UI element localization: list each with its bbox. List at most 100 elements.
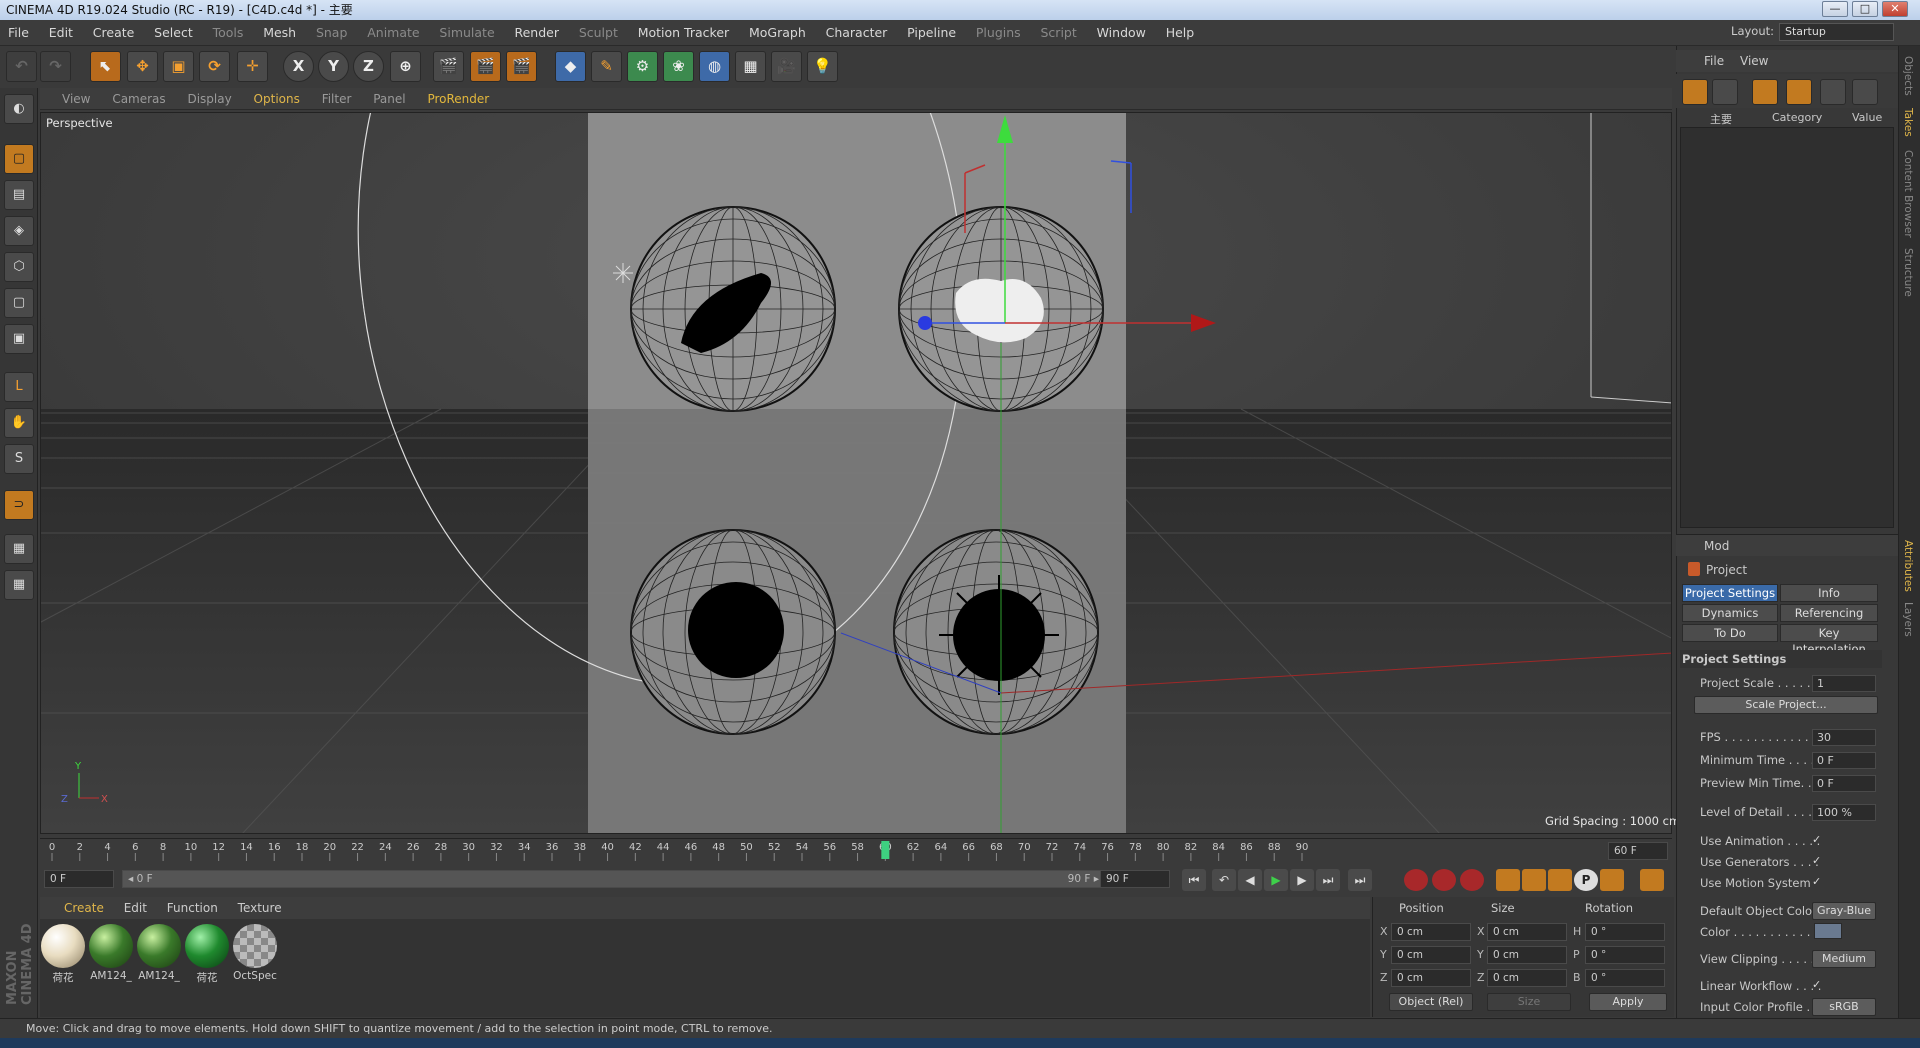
view-clipping-select[interactable]: Medium [1812, 950, 1876, 968]
viewport-menu-prorender[interactable]: ProRender [418, 88, 498, 110]
planar-workplane-icon[interactable]: ▦ [4, 570, 34, 600]
move-tool-icon[interactable]: ✥ [127, 51, 158, 82]
rot-h-field[interactable]: 0 ° [1585, 923, 1665, 941]
record-parameter-icon[interactable]: P [1574, 869, 1598, 891]
render-view-icon[interactable]: 🎬 [433, 51, 464, 82]
menu-window[interactable]: Window [1089, 20, 1154, 46]
make-editable-icon[interactable]: ◐ [4, 94, 34, 124]
undo-button[interactable]: ↶ [6, 51, 37, 82]
level-of-detail-field[interactable]: 100 % [1812, 804, 1876, 821]
maximize-button[interactable]: □ [1852, 1, 1878, 17]
model-mode-icon[interactable]: ▢ [4, 144, 34, 174]
take-settings-icon[interactable] [1852, 79, 1878, 105]
use-motion-system-checkbox[interactable]: ✓ [1812, 875, 1821, 888]
z-axis-lock-button[interactable]: Z [353, 51, 384, 82]
scale-project-button[interactable]: Scale Project... [1694, 696, 1878, 714]
rotate-tool-icon[interactable]: ⟳ [199, 51, 230, 82]
tab-to-do[interactable]: To Do [1682, 624, 1778, 642]
project-scale-field[interactable]: 1 [1812, 675, 1876, 692]
next-frame-icon[interactable]: ▶ [1290, 869, 1314, 891]
points-mode-icon[interactable]: ⬡ [4, 252, 34, 282]
sphere-top-left[interactable] [630, 206, 836, 412]
solo-mode-icon[interactable]: S [4, 444, 34, 474]
timeline-ruler[interactable]: 0 2 4 6 8 10 12 14 16 18 20 22 24 26 28 30 32 34 36 38 40 42 4… [40, 838, 1672, 862]
attributes-mode-menu[interactable]: Mod [1704, 539, 1729, 553]
object-menu-file[interactable]: File [1704, 54, 1724, 68]
size-mode-select[interactable]: Size [1487, 993, 1571, 1011]
perspective-viewport[interactable]: Y Z X [40, 112, 1672, 834]
camera-icon[interactable]: 🎥 [771, 51, 802, 82]
record-rotation-icon[interactable] [1548, 869, 1572, 891]
use-generators-checkbox[interactable]: ✓ [1812, 854, 1821, 867]
next-key-icon[interactable]: ⏭ [1316, 869, 1340, 891]
preview-range-slider[interactable]: ◂ 0 F 90 F ▸ [122, 870, 1104, 888]
menu-plugins[interactable]: Plugins [968, 20, 1029, 46]
viewport-menu-filter[interactable]: Filter [313, 88, 361, 110]
pos-y-field[interactable]: 0 cm [1391, 946, 1471, 964]
menu-render[interactable]: Render [506, 20, 567, 46]
go-to-start-icon[interactable]: ⏮ [1182, 869, 1206, 891]
spline-pen-icon[interactable]: ✎ [591, 51, 622, 82]
snap-icon[interactable]: ⊃ [4, 490, 34, 520]
apply-button[interactable]: Apply [1589, 993, 1667, 1011]
take-add-icon[interactable] [1682, 79, 1708, 105]
material-swatch[interactable]: OctSpec [232, 924, 278, 984]
sphere-bottom-right[interactable] [893, 529, 1099, 735]
tab-referencing[interactable]: Referencing [1780, 604, 1878, 622]
subdivision-surface-icon[interactable]: ⚙ [627, 51, 658, 82]
default-object-color-select[interactable]: Gray-Blue [1812, 902, 1876, 920]
viewport-menu-display[interactable]: Display [178, 88, 240, 110]
minimum-time-field[interactable]: 0 F [1812, 752, 1876, 769]
take-override-icon[interactable] [1752, 79, 1778, 105]
menu-sculpt[interactable]: Sculpt [571, 20, 626, 46]
viewport-camera-label[interactable]: Perspective [46, 116, 113, 130]
tab-info[interactable]: Info [1780, 584, 1878, 602]
side-tab-objects[interactable]: Objects [1902, 56, 1914, 96]
material-swatch[interactable]: 荷花 [184, 924, 230, 984]
play-icon[interactable]: ▶ [1264, 869, 1288, 891]
workplane-icon[interactable]: ◈ [4, 216, 34, 246]
menu-tools[interactable]: Tools [205, 20, 252, 46]
side-tab-structure[interactable]: Structure [1902, 248, 1914, 297]
polygons-mode-icon[interactable]: ▣ [4, 324, 34, 354]
menu-mesh[interactable]: Mesh [255, 20, 304, 46]
edges-mode-icon[interactable]: ▢ [4, 288, 34, 318]
render-picture-viewer-icon[interactable]: 🎬 [470, 51, 501, 82]
menu-file[interactable]: File [0, 20, 37, 46]
record-scale-icon[interactable] [1522, 869, 1546, 891]
deformer-icon[interactable]: ◍ [699, 51, 730, 82]
texture-mode-icon[interactable]: ▤ [4, 180, 34, 210]
take-auto-icon[interactable] [1786, 79, 1812, 105]
take-clone-icon[interactable] [1712, 79, 1738, 105]
color-swatch[interactable] [1814, 923, 1842, 939]
pos-z-field[interactable]: 0 cm [1391, 969, 1471, 987]
material-swatch[interactable]: 荷花 [40, 924, 86, 984]
use-animation-checkbox[interactable]: ✓ [1812, 833, 1821, 846]
take-render-icon[interactable] [1820, 79, 1846, 105]
keyframe-selection-icon[interactable] [1460, 869, 1484, 891]
record-point-level-icon[interactable] [1600, 869, 1624, 891]
object-menu-view[interactable]: View [1740, 54, 1768, 68]
viewport-menu-view[interactable]: View [40, 88, 99, 110]
coordinate-system-icon[interactable]: ⊕ [390, 51, 421, 82]
sphere-bottom-left[interactable] [630, 529, 836, 735]
menu-snap[interactable]: Snap [308, 20, 355, 46]
menu-pipeline[interactable]: Pipeline [899, 20, 964, 46]
live-selection-icon[interactable]: ⬉ [90, 51, 121, 82]
menu-mograph[interactable]: MoGraph [741, 20, 814, 46]
tweak-mode-icon[interactable]: ✋ [4, 408, 34, 438]
cloner-icon[interactable]: ❀ [663, 51, 694, 82]
material-menu-function[interactable]: Function [159, 897, 226, 919]
end-frame-field[interactable]: 90 F [1100, 870, 1170, 888]
side-tab-content-browser[interactable]: Content Browser [1902, 150, 1914, 238]
x-axis-lock-button[interactable]: X [283, 51, 314, 82]
viewport-menu-panel[interactable]: Panel [364, 88, 414, 110]
redo-button[interactable]: ↷ [40, 51, 71, 82]
menu-edit[interactable]: Edit [41, 20, 81, 46]
input-color-profile-select[interactable]: sRGB [1812, 998, 1876, 1016]
layout-select[interactable]: Startup [1779, 23, 1894, 41]
linear-workflow-checkbox[interactable]: ✓ [1812, 978, 1821, 991]
light-icon[interactable]: 💡 [807, 51, 838, 82]
viewport-menu-options[interactable]: Options [245, 88, 309, 110]
menu-select[interactable]: Select [146, 20, 201, 46]
